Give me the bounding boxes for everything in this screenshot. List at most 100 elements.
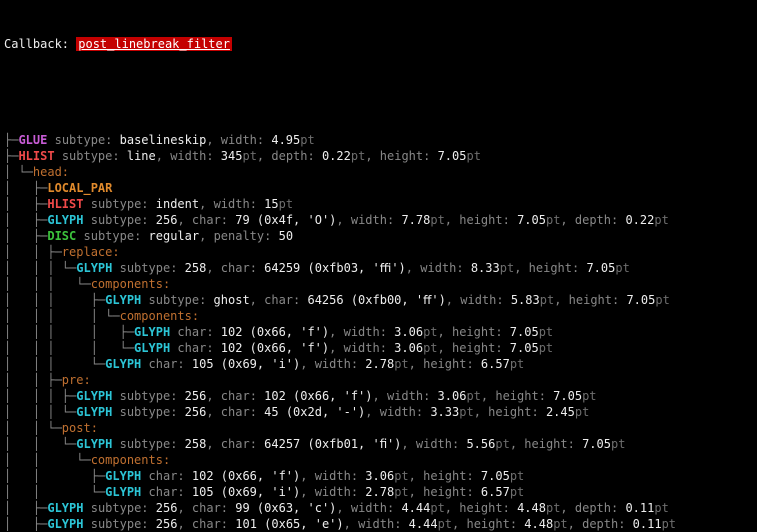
colon: : bbox=[221, 517, 235, 531]
prop-value: regular bbox=[149, 229, 200, 243]
separator: , bbox=[560, 501, 574, 515]
prop-unit: pt bbox=[394, 357, 408, 371]
separator: , bbox=[344, 517, 358, 531]
prop-unit: pt bbox=[423, 325, 437, 339]
tree-row: │ │ └─GLYPH subtype: 258, char: 64257 (0… bbox=[4, 436, 753, 452]
separator bbox=[83, 197, 90, 211]
separator: , bbox=[206, 261, 220, 275]
colon: : bbox=[199, 293, 213, 307]
prop-unit: pt bbox=[394, 485, 408, 499]
tree-row: │ │ └─GLYPH char: 105 (0x69, 'i'), width… bbox=[4, 484, 753, 500]
prop-value: 3.06 bbox=[394, 341, 423, 355]
tree-guides: │ │ ├─ bbox=[4, 373, 62, 387]
tree-row: │ │ │ └─GLYPH subtype: 256, char: 45 (0x… bbox=[4, 404, 753, 420]
section-label: pre: bbox=[62, 373, 91, 387]
colon: : bbox=[141, 213, 155, 227]
separator bbox=[141, 357, 148, 371]
separator: , bbox=[206, 405, 220, 419]
prop-value: ghost bbox=[214, 293, 250, 307]
colon: : bbox=[308, 149, 322, 163]
tree-row: │ │ ├─pre: bbox=[4, 372, 753, 388]
separator bbox=[112, 389, 119, 403]
prop-unit: pt bbox=[510, 469, 524, 483]
tree-guides: │ └─ bbox=[4, 165, 33, 179]
separator: , bbox=[406, 261, 420, 275]
prop-name: subtype bbox=[120, 437, 171, 451]
terminal-output: Callback: post_linebreak_filter ├─GLUE s… bbox=[0, 0, 757, 532]
tree-guides: │ │ │ │ └─ bbox=[4, 341, 134, 355]
prop-unit: pt bbox=[553, 517, 567, 531]
prop-name: subtype bbox=[120, 261, 171, 275]
prop-value: 50 bbox=[279, 229, 293, 243]
tree-row: │ ├─HLIST subtype: indent, width: 15pt bbox=[4, 196, 753, 212]
separator: , bbox=[409, 485, 423, 499]
tree-guides: │ ├─ bbox=[4, 501, 47, 515]
colon: : bbox=[423, 149, 437, 163]
prop-value: 256 bbox=[185, 389, 207, 403]
prop-value: 7.05 bbox=[510, 341, 539, 355]
callback-name: post_linebreak_filter bbox=[76, 37, 232, 51]
prop-name: width bbox=[344, 341, 380, 355]
prop-value: 102 (0x66, 'f') bbox=[221, 341, 329, 355]
separator: , bbox=[199, 197, 213, 211]
prop-name: depth bbox=[575, 213, 611, 227]
section-label: components: bbox=[120, 309, 199, 323]
prop-unit: pt bbox=[279, 197, 293, 211]
prop-value: 2.45 bbox=[546, 405, 575, 419]
prop-name: char bbox=[192, 501, 221, 515]
colon: : bbox=[351, 357, 365, 371]
prop-value: 6.57 bbox=[481, 357, 510, 371]
separator: , bbox=[560, 213, 574, 227]
colon: : bbox=[293, 293, 307, 307]
prop-value: 7.78 bbox=[401, 213, 430, 227]
prop-name: height bbox=[459, 501, 502, 515]
prop-value: 0.11 bbox=[625, 501, 654, 515]
prop-name: height bbox=[459, 213, 502, 227]
separator bbox=[112, 437, 119, 451]
tree-guides: │ │ │ └─ bbox=[4, 261, 76, 275]
colon: : bbox=[618, 517, 632, 531]
prop-value: 99 (0x63, 'c') bbox=[235, 501, 336, 515]
colon: : bbox=[170, 261, 184, 275]
colon: : bbox=[380, 341, 394, 355]
tree-guides: │ ├─ bbox=[4, 181, 47, 195]
prop-unit: pt bbox=[540, 293, 554, 307]
prop-name: subtype bbox=[84, 229, 135, 243]
tree-row: │ └─head: bbox=[4, 164, 753, 180]
prop-unit: pt bbox=[510, 357, 524, 371]
separator: , bbox=[554, 293, 568, 307]
prop-value: 7.05 bbox=[582, 437, 611, 451]
prop-name: char bbox=[221, 261, 250, 275]
colon: : bbox=[351, 469, 365, 483]
prop-value: 4.44 bbox=[409, 517, 438, 531]
prop-name: depth bbox=[271, 149, 307, 163]
tree-guides: │ ├─ bbox=[4, 517, 47, 531]
tree-row: │ │ │ │ └─components: bbox=[4, 308, 753, 324]
colon: : bbox=[423, 389, 437, 403]
prop-unit: pt bbox=[466, 149, 480, 163]
colon: : bbox=[177, 469, 191, 483]
separator: , bbox=[438, 325, 452, 339]
tree-row: ├─GLUE subtype: baselineskip, width: 4.9… bbox=[4, 132, 753, 148]
colon: : bbox=[170, 437, 184, 451]
prop-name: width bbox=[315, 357, 351, 371]
prop-value: 4.95 bbox=[271, 133, 300, 147]
colon: : bbox=[351, 485, 365, 499]
colon: : bbox=[466, 469, 480, 483]
colon: : bbox=[611, 501, 625, 515]
colon: : bbox=[611, 213, 625, 227]
separator: , bbox=[446, 293, 460, 307]
prop-name: char bbox=[149, 357, 178, 371]
tree-guides: │ │ └─ bbox=[4, 421, 62, 435]
tree-row: │ │ │ └─GLYPH subtype: 258, char: 64259 … bbox=[4, 260, 753, 276]
prop-value: 7.05 bbox=[586, 261, 615, 275]
prop-value: 7.05 bbox=[517, 213, 546, 227]
prop-unit: pt bbox=[500, 261, 514, 275]
separator: , bbox=[300, 469, 314, 483]
separator: , bbox=[452, 517, 466, 531]
colon: : bbox=[394, 517, 408, 531]
section-label: components: bbox=[91, 277, 170, 291]
colon: : bbox=[141, 517, 155, 531]
separator: , bbox=[481, 389, 495, 403]
prop-unit: pt bbox=[430, 213, 444, 227]
